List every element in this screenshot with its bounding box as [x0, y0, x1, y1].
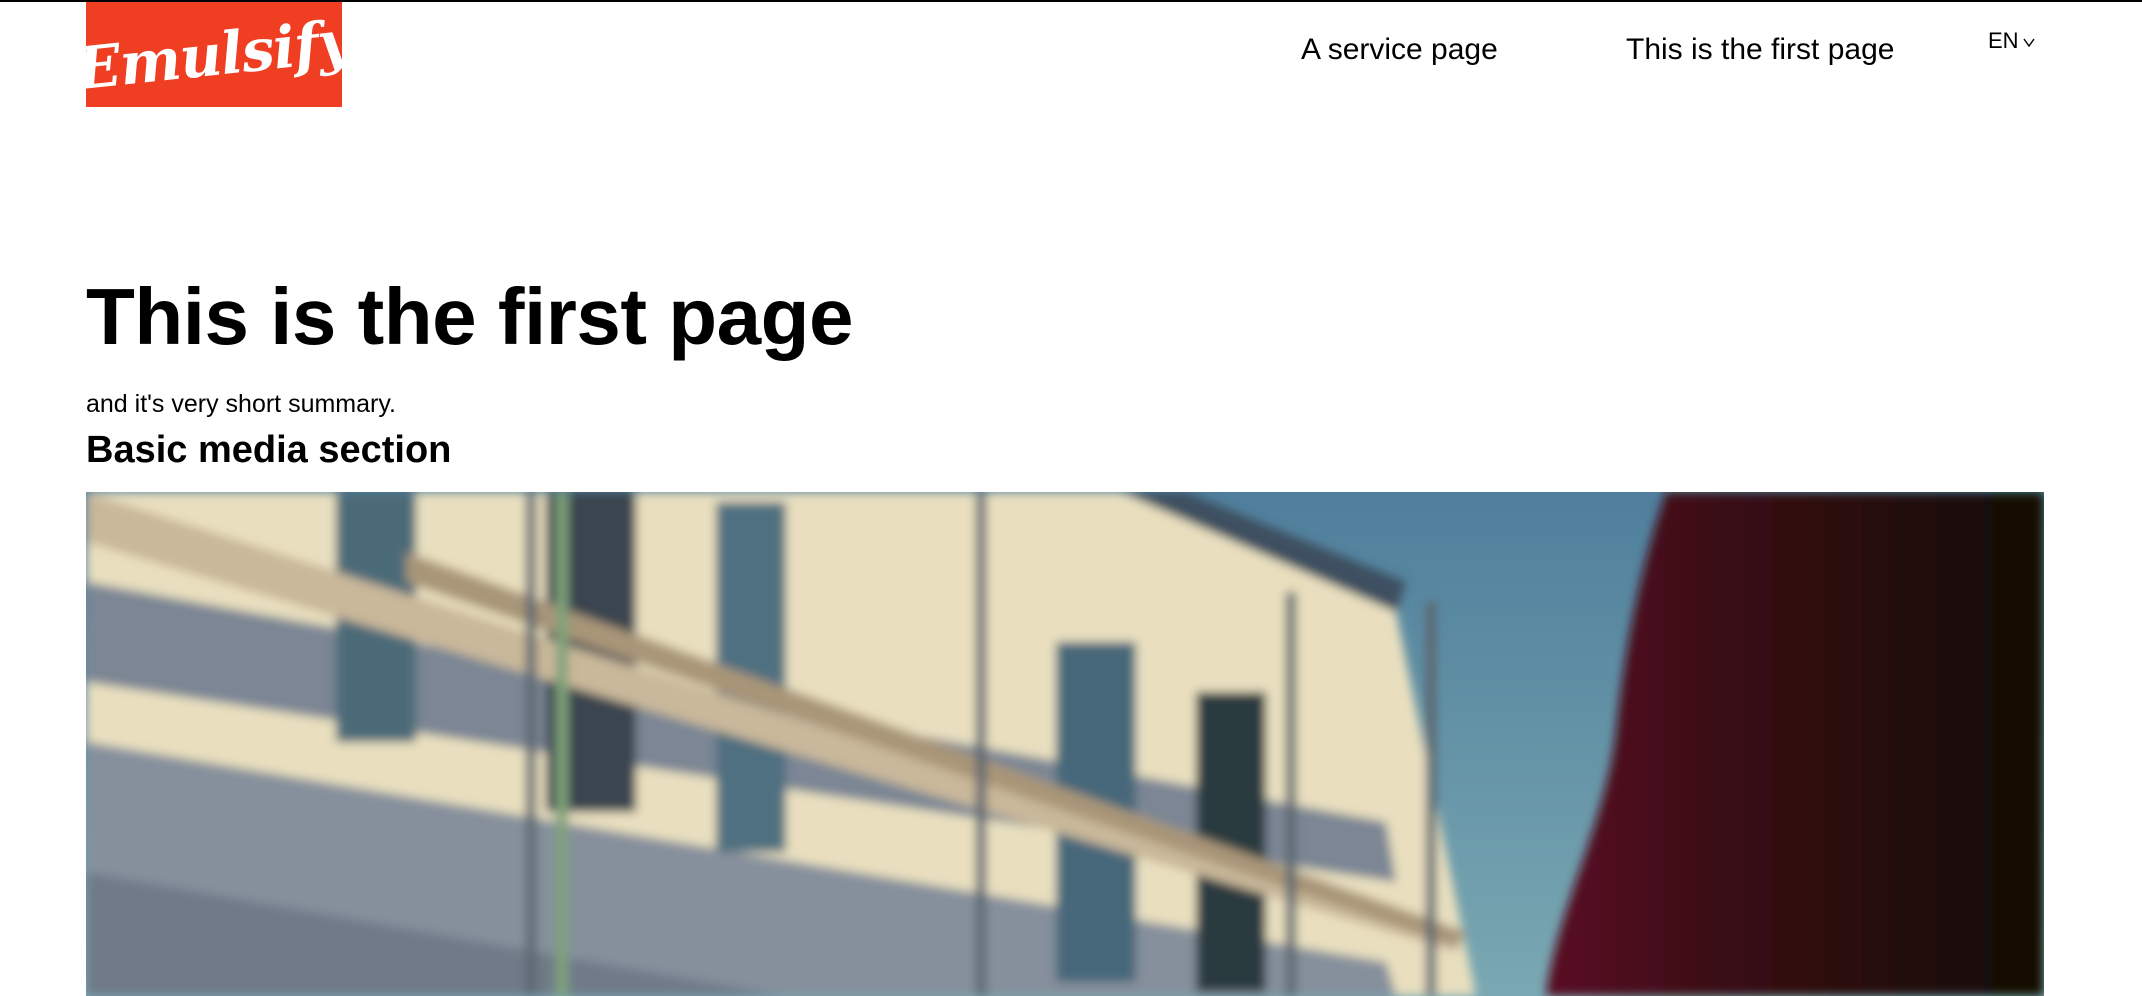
language-switcher[interactable]: EN: [1988, 26, 2035, 56]
page-title: This is the first page: [86, 272, 853, 361]
language-label: EN: [1988, 28, 2019, 53]
site-logo[interactable]: Emulsify: [74, 2, 354, 107]
media-section-title: Basic media section: [86, 429, 452, 471]
media-image: [86, 492, 2044, 996]
chevron-down-icon: [2022, 26, 2035, 56]
nav-link-service-page[interactable]: A service page: [1301, 30, 1498, 70]
page-summary: and it's very short summary.: [86, 390, 396, 418]
logo-text: Emulsify: [73, 6, 355, 103]
nav-link-first-page[interactable]: This is the first page: [1626, 30, 1894, 70]
